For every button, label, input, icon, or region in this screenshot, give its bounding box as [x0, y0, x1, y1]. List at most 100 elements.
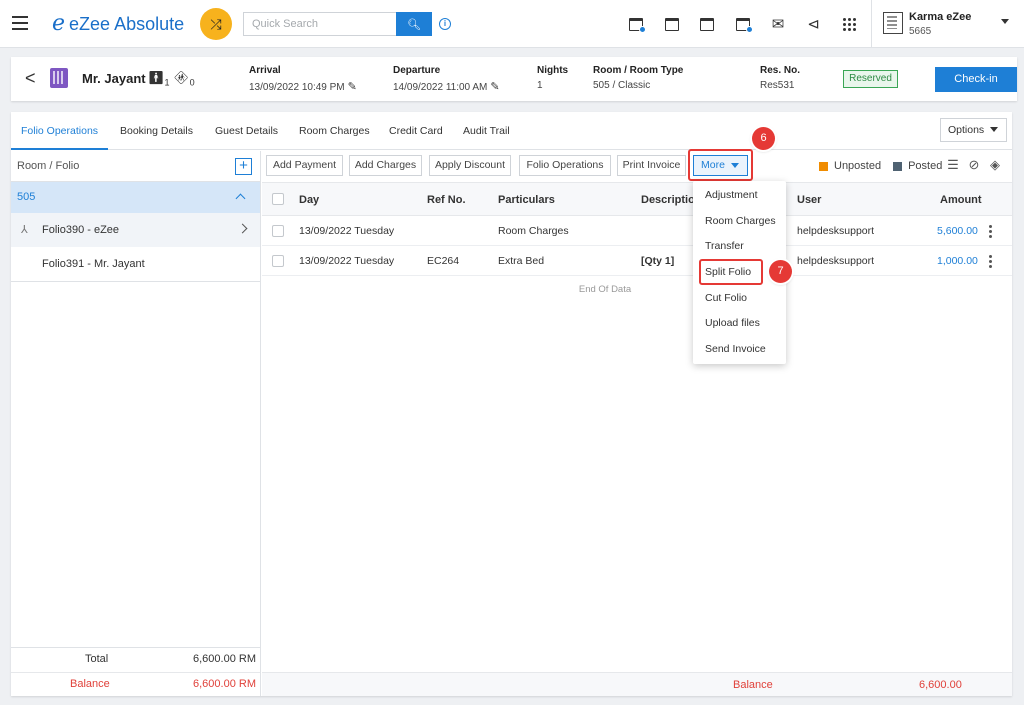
room-group-505[interactable]: 505	[11, 182, 260, 213]
col-ref-no[interactable]: Ref No.	[427, 194, 466, 206]
tab-room-charges[interactable]: Room Charges	[299, 125, 370, 137]
folio-split-icon: ⅄	[21, 224, 28, 236]
info-icon[interactable]: i	[439, 18, 451, 30]
pax-count: 🚹︎1 🚸︎0	[148, 70, 195, 88]
edit-departure-icon[interactable]: ✎	[490, 81, 499, 93]
cell-user: helpdesksupport	[797, 255, 875, 267]
row-menu-icon[interactable]	[989, 255, 992, 270]
active-tab-indicator	[11, 148, 108, 150]
col-particulars[interactable]: Particulars	[498, 194, 555, 206]
annotation-highlight-more	[688, 149, 753, 181]
cell-amount[interactable]: 1,000.00	[937, 255, 978, 267]
calendar-add-icon[interactable]	[626, 14, 646, 34]
add-folio-button[interactable]: +	[235, 158, 252, 175]
folio-item[interactable]: ⅄ Folio390 - eZee	[11, 213, 260, 247]
balance-value: 6,600.00	[919, 679, 962, 691]
menu-item-cut-folio[interactable]: Cut Folio	[705, 292, 747, 304]
col-day[interactable]: Day	[299, 194, 319, 206]
user-code: 5665	[909, 26, 932, 37]
calendar-check-icon[interactable]	[662, 14, 682, 34]
menu-item-adjustment[interactable]: Adjustment	[705, 189, 758, 201]
cell-day: 13/09/2022 Tuesday	[299, 255, 395, 267]
options-dropdown[interactable]: Options	[940, 118, 1007, 142]
menu-icon[interactable]	[12, 16, 28, 30]
cell-particulars: Room Charges	[498, 225, 569, 237]
apps-grid-icon[interactable]	[839, 14, 859, 34]
tab-audit-trail[interactable]: Audit Trail	[463, 125, 510, 137]
row-checkbox[interactable]	[272, 255, 284, 267]
res-no-label: Res. No.	[760, 65, 801, 76]
folio-operations-button[interactable]: Folio Operations	[519, 155, 611, 176]
quick-search-input[interactable]	[243, 12, 396, 36]
chevron-down-icon[interactable]	[1001, 19, 1009, 24]
app-logo[interactable]: e eZee Absolute	[52, 12, 184, 36]
room-type-value: 505 / Classic	[593, 80, 651, 91]
folio-label: Folio391 - Mr. Jayant	[42, 258, 145, 270]
table-row[interactable]: 13/09/2022 Tuesday EC264 Extra Bed [Qty …	[262, 246, 1012, 276]
chevron-right-icon	[237, 223, 248, 234]
balance-value: 6,600.00 RM	[193, 678, 256, 690]
options-label: Options	[948, 124, 985, 136]
user-name[interactable]: Karma eZee	[909, 11, 971, 23]
top-header: e eZee Absolute ⤮ 🔍︎ i ✉ ⊲ Karma eZee 56…	[0, 0, 1024, 48]
posting-legend: Unposted Posted	[819, 159, 942, 173]
tab-folio-operations[interactable]: Folio Operations	[21, 125, 98, 137]
back-arrow-icon[interactable]: <	[25, 68, 36, 88]
list-icon[interactable]: ☰	[945, 157, 961, 173]
print-invoice-button[interactable]: Print Invoice	[617, 155, 686, 176]
megaphone-icon[interactable]: ⊲	[804, 14, 824, 34]
building-icon	[883, 12, 903, 34]
tab-guest-details[interactable]: Guest Details	[215, 125, 278, 137]
menu-item-upload-files[interactable]: Upload files	[705, 317, 760, 329]
step-badge-7: 7	[769, 260, 792, 283]
table-footer: Balance 6,600.00	[262, 672, 1012, 696]
select-all-checkbox[interactable]	[272, 193, 284, 205]
folio-label: Folio390 - eZee	[42, 224, 120, 236]
folio-panel: Folio Operations Booking Details Guest D…	[11, 112, 1012, 696]
add-payment-button[interactable]: Add Payment	[266, 155, 343, 176]
room-number: 505	[17, 191, 36, 203]
view-icons: ☰ ⊘ ◈	[945, 157, 1008, 173]
folio-item[interactable]: Folio391 - Mr. Jayant	[11, 247, 260, 281]
col-amount[interactable]: Amount	[940, 194, 982, 206]
header-divider	[871, 0, 872, 48]
eye-off-icon[interactable]: ⊘	[966, 157, 982, 173]
reservation-summary-bar: < Mr. Jayant 🚹︎1 🚸︎0 Arrival 13/09/2022 …	[11, 57, 1017, 101]
divider	[11, 281, 260, 282]
header-icon-bar: ✉ ⊲	[626, 14, 875, 34]
col-user[interactable]: User	[797, 194, 821, 206]
row-menu-icon[interactable]	[989, 225, 992, 240]
tab-bar: Folio Operations Booking Details Guest D…	[11, 112, 1012, 150]
room-folio-header: Room / Folio +	[11, 151, 260, 182]
menu-item-send-invoice[interactable]: Send Invoice	[705, 343, 766, 355]
cell-amount[interactable]: 5,600.00	[937, 225, 978, 237]
layers-icon[interactable]: ◈	[987, 157, 1003, 173]
unposted-label: Unposted	[834, 160, 882, 172]
shuffle-icon[interactable]: ⤮	[200, 8, 232, 40]
menu-item-transfer[interactable]: Transfer	[705, 240, 744, 252]
tab-credit-card[interactable]: Credit Card	[389, 125, 443, 137]
total-label: Total	[85, 653, 109, 665]
arrival-datetime: 13/09/2022 10:49 PM	[249, 82, 345, 93]
balance-label: Balance	[70, 678, 110, 690]
search-icon: 🔍︎	[407, 18, 421, 31]
calendar-badge-icon[interactable]	[733, 14, 753, 34]
edit-arrival-icon[interactable]: ✎	[348, 81, 357, 93]
search-button[interactable]: 🔍︎	[396, 12, 432, 36]
mail-icon[interactable]: ✉	[768, 14, 788, 34]
end-of-data: End Of Data	[578, 284, 632, 295]
child-icon: 🚸︎	[173, 70, 190, 85]
add-charges-button[interactable]: Add Charges	[349, 155, 422, 176]
row-checkbox[interactable]	[272, 225, 284, 237]
check-in-button[interactable]: Check-in	[935, 67, 1017, 92]
tab-booking-details[interactable]: Booking Details	[120, 125, 193, 137]
apply-discount-button[interactable]: Apply Discount	[429, 155, 511, 176]
calendar-icon[interactable]	[697, 14, 717, 34]
divider	[11, 672, 260, 673]
hotel-icon	[50, 68, 68, 88]
menu-item-room-charges[interactable]: Room Charges	[705, 215, 776, 227]
table-row[interactable]: 13/09/2022 Tuesday Room Charges helpdesk…	[262, 216, 1012, 246]
departure-label: Departure	[393, 65, 441, 76]
logo-text: eZee Absolute	[69, 13, 185, 34]
chevron-up-icon[interactable]	[235, 193, 246, 204]
